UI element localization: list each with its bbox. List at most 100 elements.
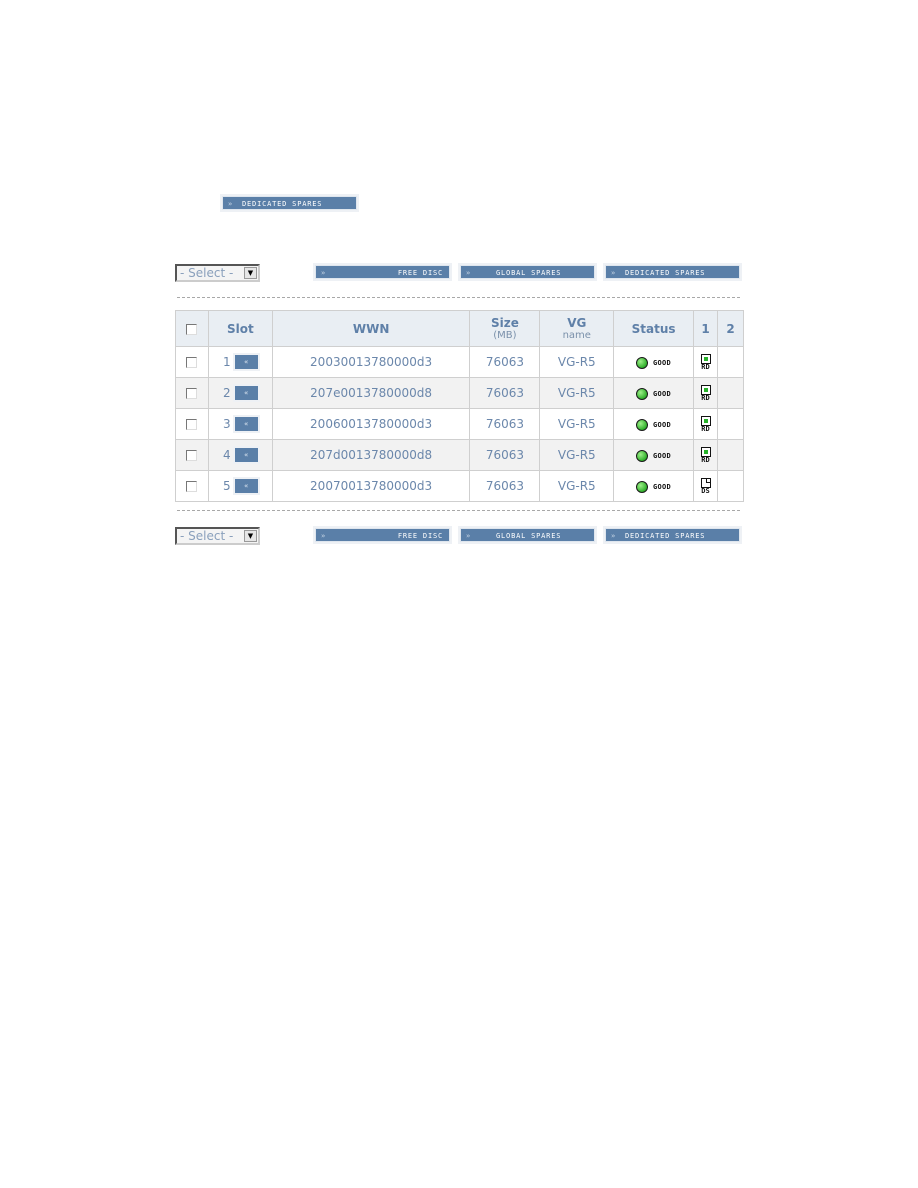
slot-action-button[interactable]: « bbox=[234, 386, 258, 401]
table-row: 3 « 20060013780000d3 76063 VG-R5 GOOD RD bbox=[175, 408, 744, 440]
header-col2: 2 bbox=[717, 310, 744, 347]
header-vg-label: VG bbox=[567, 316, 587, 330]
disk2-cell bbox=[717, 470, 744, 502]
dedicated-spares-button-top-toolbar[interactable]: » DEDICATED SPARES bbox=[605, 265, 740, 279]
vg-cell: VG-R5 bbox=[539, 346, 615, 378]
wwn-cell: 20030013780000d3 bbox=[271, 346, 471, 378]
dedicated-spares-button-bottom[interactable]: » DEDICATED SPARES bbox=[605, 528, 740, 542]
status-cell: GOOD bbox=[613, 408, 695, 440]
double-chevron-icon: » bbox=[321, 269, 327, 277]
size-cell: 76063 bbox=[469, 439, 541, 471]
free-disc-button-top[interactable]: » FREE DISC bbox=[315, 265, 450, 279]
action-select-bottom[interactable]: - Select - ▼ bbox=[175, 527, 260, 545]
chevron-down-icon[interactable]: ▼ bbox=[244, 530, 257, 542]
wwn-cell: 207d0013780000d8 bbox=[271, 439, 471, 471]
table-row: 2 « 207e0013780000d8 76063 VG-R5 GOOD RD bbox=[175, 377, 744, 409]
table-row: 4 « 207d0013780000d8 76063 VG-R5 GOOD RD bbox=[175, 439, 744, 471]
raid-disk-icon: RD bbox=[699, 415, 713, 433]
vg-cell: VG-R5 bbox=[539, 439, 615, 471]
table-row: 5 « 20070013780000d3 76063 VG-R5 GOOD DS bbox=[175, 470, 744, 502]
disk2-cell bbox=[717, 408, 744, 440]
header-slot[interactable]: Slot bbox=[207, 310, 273, 347]
header-vg-sub: name bbox=[562, 330, 591, 341]
header-vg[interactable]: VG name bbox=[539, 310, 615, 347]
select-value: - Select - bbox=[180, 529, 234, 543]
disk1-cell: RD bbox=[693, 377, 718, 409]
row-checkbox[interactable] bbox=[186, 450, 198, 461]
slot-number: 1 bbox=[223, 354, 231, 369]
header-status[interactable]: Status bbox=[613, 310, 695, 347]
double-chevron-icon: » bbox=[466, 532, 472, 540]
button-label: DEDICATED SPARES bbox=[625, 269, 706, 277]
size-cell: 76063 bbox=[469, 408, 541, 440]
select-value: - Select - bbox=[180, 266, 234, 280]
size-cell: 76063 bbox=[469, 377, 541, 409]
button-label: FREE DISC bbox=[397, 269, 443, 277]
disk1-cell: RD bbox=[693, 346, 718, 378]
disk2-cell bbox=[717, 346, 744, 378]
slot-number: 3 bbox=[223, 416, 231, 431]
slot-number: 2 bbox=[223, 385, 231, 400]
table-header-row: Slot WWN Size (MB) VG name Status 1 2 bbox=[175, 310, 744, 347]
status-led-icon bbox=[636, 480, 649, 493]
header-size[interactable]: Size (MB) bbox=[469, 310, 541, 347]
disk1-cell: RD bbox=[693, 408, 718, 440]
status-led-icon bbox=[636, 449, 649, 462]
status-cell: GOOD bbox=[613, 346, 695, 378]
row-checkbox[interactable] bbox=[186, 419, 198, 430]
disk1-cell: DS bbox=[693, 470, 718, 502]
button-label: GLOBAL SPARES bbox=[496, 532, 562, 540]
slot-action-button[interactable]: « bbox=[234, 448, 258, 463]
table-row: 1 « 20030013780000d3 76063 VG-R5 GOOD RD bbox=[175, 346, 744, 378]
slot-number: 5 bbox=[223, 478, 231, 493]
header-size-label: Size bbox=[490, 316, 519, 330]
button-label: GLOBAL SPARES bbox=[496, 269, 562, 277]
double-chevron-icon: » bbox=[611, 532, 617, 540]
select-all-checkbox[interactable] bbox=[186, 323, 198, 335]
button-label: DEDICATED SPARES bbox=[242, 200, 323, 208]
status-cell: GOOD bbox=[613, 439, 695, 471]
button-label: FREE DISC bbox=[397, 532, 443, 540]
double-chevron-icon: » bbox=[321, 532, 327, 540]
chevron-down-icon[interactable]: ▼ bbox=[244, 267, 257, 279]
vg-cell: VG-R5 bbox=[539, 377, 615, 409]
vg-cell: VG-R5 bbox=[539, 408, 615, 440]
global-spares-button-bottom[interactable]: » GLOBAL SPARES bbox=[460, 528, 595, 542]
row-checkbox[interactable] bbox=[186, 357, 198, 368]
header-col1: 1 bbox=[693, 310, 718, 347]
status-led-icon bbox=[636, 418, 649, 431]
raid-disk-icon: RD bbox=[699, 353, 713, 371]
slot-action-button[interactable]: « bbox=[234, 417, 258, 432]
divider-top bbox=[177, 297, 740, 298]
slot-action-button[interactable]: « bbox=[234, 479, 258, 494]
wwn-cell: 20060013780000d3 bbox=[271, 408, 471, 440]
status-cell: GOOD bbox=[613, 377, 695, 409]
disk2-cell bbox=[717, 377, 744, 409]
raid-disk-icon: RD bbox=[699, 446, 713, 464]
double-chevron-icon: » bbox=[228, 200, 234, 208]
slot-number: 4 bbox=[223, 447, 231, 462]
global-spares-button-top[interactable]: » GLOBAL SPARES bbox=[460, 265, 595, 279]
size-cell: 76063 bbox=[469, 470, 541, 502]
double-chevron-icon: » bbox=[611, 269, 617, 277]
action-select-top[interactable]: - Select - ▼ bbox=[175, 264, 260, 282]
dedicated-spare-disk-icon: DS bbox=[699, 477, 713, 495]
select-all-cell bbox=[175, 310, 209, 347]
button-label: DEDICATED SPARES bbox=[625, 532, 706, 540]
disk2-cell bbox=[717, 439, 744, 471]
double-chevron-icon: » bbox=[466, 269, 472, 277]
wwn-cell: 207e0013780000d8 bbox=[271, 377, 471, 409]
status-badge: GOOD bbox=[653, 358, 672, 367]
dedicated-spares-button-top[interactable]: » DEDICATED SPARES bbox=[222, 196, 357, 210]
status-led-icon bbox=[636, 387, 649, 400]
status-badge: GOOD bbox=[653, 420, 672, 429]
header-wwn[interactable]: WWN bbox=[271, 310, 471, 347]
size-cell: 76063 bbox=[469, 346, 541, 378]
row-checkbox[interactable] bbox=[186, 388, 198, 399]
vg-cell: VG-R5 bbox=[539, 470, 615, 502]
row-checkbox[interactable] bbox=[186, 481, 198, 492]
wwn-cell: 20070013780000d3 bbox=[271, 470, 471, 502]
free-disc-button-bottom[interactable]: » FREE DISC bbox=[315, 528, 450, 542]
divider-bottom bbox=[177, 510, 740, 511]
slot-action-button[interactable]: « bbox=[234, 355, 258, 370]
